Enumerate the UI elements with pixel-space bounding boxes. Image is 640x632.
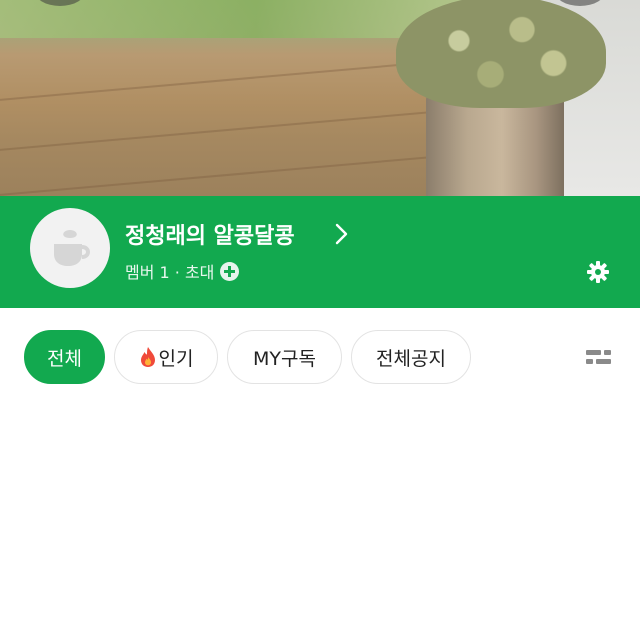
cover-image bbox=[0, 0, 640, 196]
fire-icon bbox=[140, 347, 155, 367]
tab-label: MY구독 bbox=[253, 347, 316, 370]
tab-label: 인기 bbox=[158, 347, 194, 370]
tab-all-notices[interactable]: 전체공지 bbox=[351, 330, 471, 384]
plus-circle-icon[interactable] bbox=[220, 261, 240, 281]
view-toggle-icon[interactable] bbox=[586, 348, 612, 368]
cafe-avatar[interactable] bbox=[30, 208, 110, 288]
tab-my-subscription[interactable]: MY구독 bbox=[227, 330, 342, 384]
board-tabs: 전체 인기 MY구독 전체공지 bbox=[0, 330, 640, 386]
cover-plant bbox=[396, 0, 606, 108]
member-count-text: 멤버 1 · 초대 bbox=[125, 263, 215, 282]
chevron-right-icon[interactable] bbox=[333, 222, 351, 246]
member-invite-line: 멤버 1 · 초대 bbox=[125, 259, 240, 283]
tab-all[interactable]: 전체 bbox=[24, 330, 105, 384]
gear-icon[interactable] bbox=[586, 260, 610, 284]
cafe-name[interactable]: 정청래의 알콩달콩 bbox=[125, 218, 295, 250]
tab-label: 전체 bbox=[47, 347, 82, 370]
tab-label: 전체공지 bbox=[376, 347, 446, 370]
cup-icon bbox=[54, 230, 90, 266]
tab-popular[interactable]: 인기 bbox=[114, 330, 218, 384]
